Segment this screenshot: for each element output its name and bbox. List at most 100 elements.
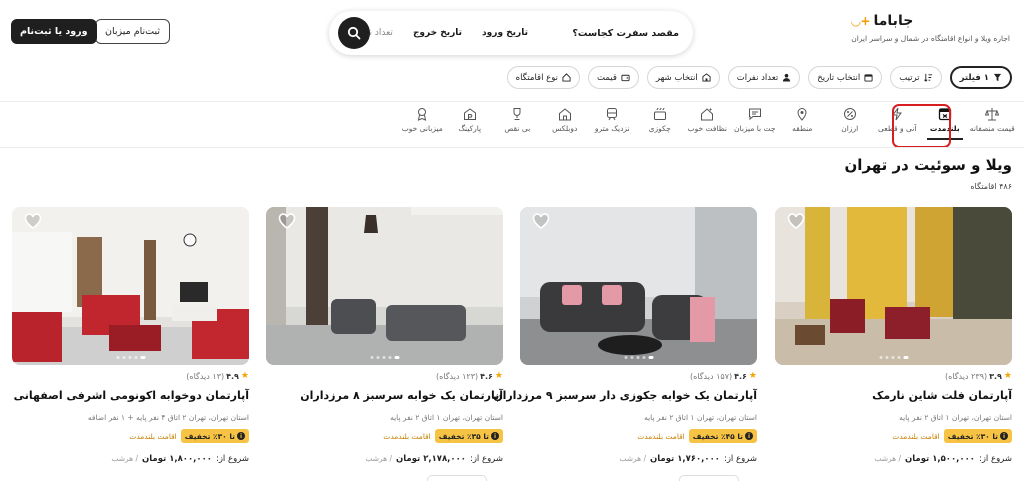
listing-title[interactable]: آپارتمان فلت شاین نارمک — [872, 389, 1012, 402]
building-icon — [702, 73, 711, 82]
sparkle-home-icon — [700, 106, 715, 121]
tagline: اجاره ویلا و انواع اقامتگاه در شمال و سر… — [851, 34, 1010, 43]
host-signup-button[interactable]: ثبت‌نام میزبان — [95, 19, 170, 44]
price-prefix: شروع از: — [469, 454, 503, 464]
rating-score: ۴.۶ — [480, 371, 493, 381]
star-icon: ★ — [494, 371, 503, 381]
filter-chip-type[interactable]: نوع اقامتگاه — [506, 66, 581, 89]
filter-chip-date[interactable]: انتخاب تاریخ — [808, 66, 883, 89]
discount-text: تا ۳۰٪ تخفیف — [947, 431, 998, 441]
destination-field[interactable]: مقصد سفرت کجاست؟ — [562, 28, 679, 39]
listing-photo[interactable] — [266, 207, 503, 365]
category-duplex[interactable]: دوبلکس — [541, 106, 589, 133]
heart-icon[interactable] — [532, 213, 550, 229]
listing-title[interactable]: آپارتمان یک خوابه سرسبز ۸ مرزداران — [300, 389, 503, 402]
listing-rating: ★ ۳.۹ (۲۳۹ دیدگاه) — [945, 371, 1012, 381]
active-category-highlight — [892, 104, 951, 148]
category-jacuzzi[interactable]: چکوزی — [636, 106, 684, 133]
listing-badges: i تا ۳۰٪ تخفیف اقامت بلندمدت — [892, 429, 1012, 443]
sort-icon — [923, 73, 932, 82]
listing-title[interactable]: آپارتمان یک خوابه جکوزی دار سرسبز ۹ مرزد… — [493, 389, 757, 402]
brand[interactable]: جاباما +◡ اجاره ویلا و انواع اقامتگاه در… — [851, 13, 1010, 43]
category-metro[interactable]: نزدیک مترو — [589, 106, 637, 133]
discount-tag-icon — [842, 106, 857, 121]
photo-pager[interactable] — [624, 356, 653, 359]
listing-title[interactable]: آپارتمان دوخوابه اکونومی اشرفی اصفهانی — [14, 389, 249, 402]
heart-icon[interactable] — [278, 213, 296, 229]
chip-label: قیمت — [597, 72, 617, 83]
listing-card[interactable]: ★ ۳.۹ (۲۳۹ دیدگاه) آپارتمان فلت شاین نار… — [775, 207, 1012, 481]
checkin-field[interactable]: تاریخ ورود — [472, 28, 538, 38]
price-per-night: / هرشب — [111, 454, 138, 463]
chip-label: نوع اقامتگاه — [515, 72, 559, 83]
card-tag-stub — [679, 475, 739, 481]
login-button[interactable]: ورود یا ثبت‌نام — [11, 19, 97, 44]
search-button[interactable] — [338, 17, 370, 49]
category-label: قیمت منصفانه — [969, 124, 1015, 133]
trophy-icon — [510, 106, 525, 121]
listing-photo[interactable] — [775, 207, 1012, 365]
price-amount: ۱,۸۰۰,۰۰۰ تومان — [141, 454, 212, 464]
category-label: منطقه — [792, 124, 813, 133]
logo[interactable]: جاباما +◡ — [851, 13, 1010, 29]
chip-label: انتخاب شهر — [655, 72, 698, 83]
listing-details: استان تهران، تهران ۱ اتاق ۲ نفر پایه — [644, 413, 757, 422]
category-flawless[interactable]: بی نقص — [494, 106, 542, 133]
listing-card[interactable]: ★ ۴.۶ (۱۲۳ دیدگاه) آپارتمان یک خوابه سرس… — [266, 207, 503, 481]
photo-pager[interactable] — [370, 356, 399, 359]
category-chat[interactable]: چت با میزبان — [731, 106, 779, 133]
category-parking[interactable]: پارکینگ — [446, 106, 494, 133]
listing-card[interactable]: ★ ۴.۶ (۱۵۷ دیدگاه) آپارتمان یک خوابه جکو… — [493, 207, 757, 481]
category-clean[interactable]: نظافت خوب — [684, 106, 732, 133]
long-stay-badge: اقامت بلندمدت — [892, 431, 940, 441]
filter-chip-price[interactable]: قیمت — [588, 66, 639, 89]
logo-text: جاباما — [873, 13, 914, 29]
search-bar[interactable]: مقصد سفرت کجاست؟ تاریخ ورود تاریخ خروج ت… — [329, 11, 693, 55]
filter-chip-guests[interactable]: تعداد نفرات — [727, 66, 801, 89]
filter-chip-filters[interactable]: ۱ فیلتر — [949, 66, 1012, 89]
listing-price: شروع از: ۱,۷۶۰,۰۰۰ تومان / هرشب — [619, 454, 757, 464]
checkout-field[interactable]: تاریخ خروج — [403, 28, 472, 38]
listing-photo[interactable] — [520, 207, 757, 365]
listing-rating: ★ ۴.۶ (۱۲۳ دیدگاه) — [436, 371, 503, 381]
heart-icon[interactable] — [24, 213, 42, 229]
price-prefix: شروع از: — [215, 454, 249, 464]
discount-badge: i تا ۳۵٪ تخفیف — [434, 429, 503, 443]
discount-badge: i تا ۴۵٪ تخفیف — [688, 429, 757, 443]
photo-pager[interactable] — [116, 356, 145, 359]
info-icon: i — [491, 432, 499, 440]
chip-label: انتخاب تاریخ — [817, 72, 861, 83]
category-area[interactable]: منطقه — [779, 106, 827, 133]
rating-score: ۳.۹ — [989, 371, 1002, 381]
category-fair-price[interactable]: قیمت منصفانه — [969, 106, 1017, 133]
filter-chip-sort[interactable]: ترتیب — [890, 66, 942, 89]
category-label: بی نقص — [504, 124, 531, 133]
top-header: جاباما +◡ اجاره ویلا و انواع اقامتگاه در… — [0, 0, 1024, 64]
host-icon — [415, 106, 430, 121]
price-per-night: / هرشب — [874, 454, 901, 463]
heart-icon[interactable] — [787, 213, 805, 229]
category-good-host[interactable]: میزبانی خوب — [399, 106, 447, 133]
wallet-icon — [621, 74, 630, 82]
discount-text: تا ۴۵٪ تخفیف — [692, 431, 743, 441]
person-icon — [783, 73, 791, 82]
listing-details: استان تهران، تهران ۱ اتاق ۲ نفر پایه — [390, 413, 503, 422]
home-icon — [562, 73, 571, 82]
listing-photo[interactable] — [12, 207, 249, 365]
star-icon: ★ — [748, 371, 757, 381]
price-amount: ۱,۵۰۰,۰۰۰ تومان — [904, 454, 975, 464]
page-title: ویلا و سوئیت در تهران — [844, 156, 1013, 174]
price-per-night: / هرشب — [619, 454, 646, 463]
listing-price: شروع از: ۲,۱۷۸,۰۰۰ تومان / هرشب — [365, 454, 503, 464]
price-prefix: شروع از: — [723, 454, 757, 464]
category-cheap[interactable]: ارزان — [826, 106, 874, 133]
star-icon: ★ — [240, 371, 249, 381]
listing-rating: ★ ۴.۹ (۱۳ دیدگاه) — [186, 371, 249, 381]
parking-icon — [462, 106, 477, 121]
filter-chip-city[interactable]: انتخاب شهر — [646, 66, 720, 89]
divider — [0, 147, 1024, 148]
listing-card[interactable]: ★ ۴.۹ (۱۳ دیدگاه) آپارتمان دوخوابه اکونو… — [12, 207, 249, 481]
long-stay-badge: اقامت بلندمدت — [129, 431, 177, 441]
photo-pager[interactable] — [879, 356, 908, 359]
metro-icon — [605, 106, 620, 121]
